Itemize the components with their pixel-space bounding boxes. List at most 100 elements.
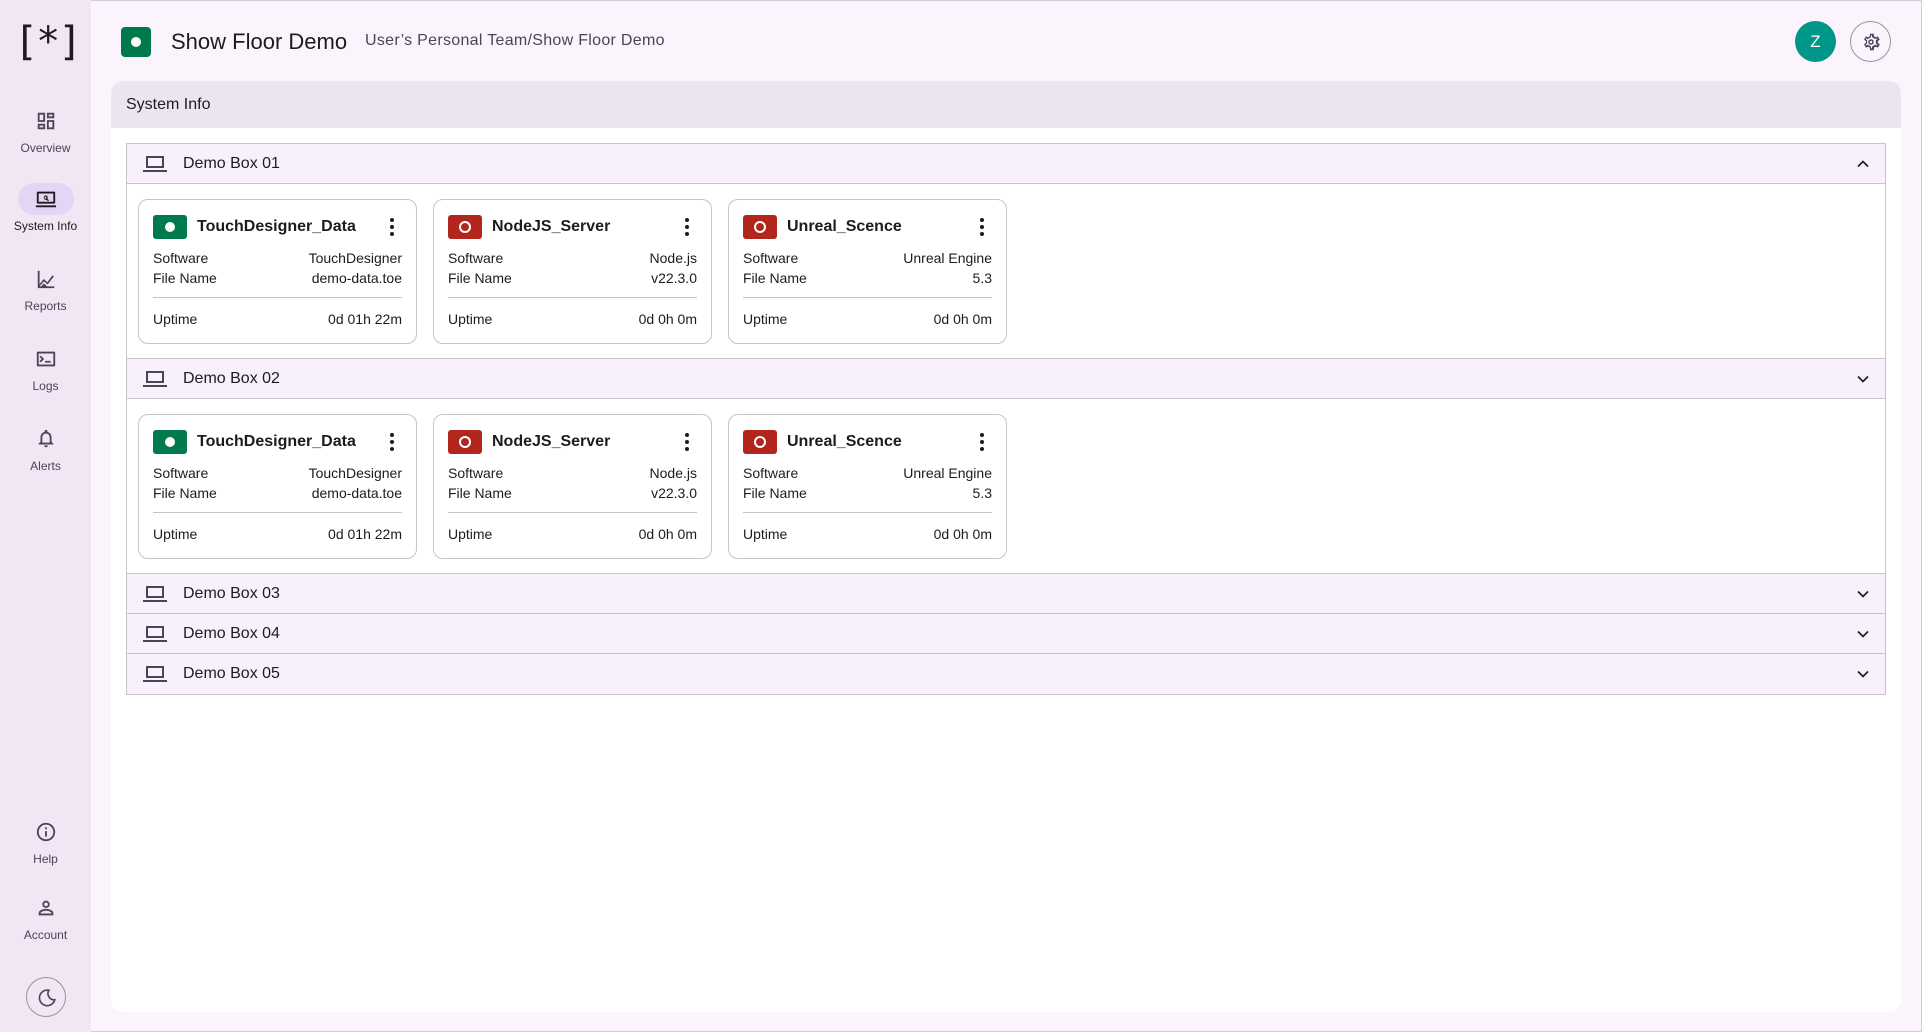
status-stopped-icon (743, 215, 777, 239)
software-value: Unreal Engine (903, 465, 992, 481)
more-vert-icon[interactable] (380, 215, 404, 239)
sidebar-item-logs[interactable]: Logs (0, 343, 91, 393)
uptime-value: 0d 0h 0m (638, 526, 697, 542)
process-card: TouchDesigner_Data Software TouchDesigner… (138, 199, 417, 344)
sidebar: [*] Overview System Info Reports Logs Al… (0, 0, 91, 1032)
settings-button[interactable] (1850, 21, 1891, 62)
main-panel: System Info Demo Box 01 TouchDesigner_Da… (111, 81, 1901, 1012)
more-vert-icon[interactable] (970, 215, 994, 239)
terminal-icon (36, 351, 55, 367)
chevron-down-icon (1857, 630, 1869, 638)
more-vert-icon[interactable] (380, 430, 404, 454)
accordion-header-demo-box-05[interactable]: Demo Box 05 (127, 654, 1885, 694)
person-icon (38, 900, 53, 916)
sidebar-item-system-info[interactable]: System Info (0, 183, 91, 233)
file-name-value: 5.3 (972, 485, 992, 501)
process-card: NodeJS_Server Software Node.js File Name v… (433, 414, 712, 559)
accordion-header-demo-box-03[interactable]: Demo Box 03 (127, 574, 1885, 614)
software-label: Software (743, 465, 799, 481)
sidebar-item-help[interactable]: Help (0, 816, 91, 866)
software-label: Software (448, 465, 504, 481)
more-vert-icon[interactable] (675, 430, 699, 454)
avatar[interactable]: Z (1795, 21, 1836, 62)
divider (743, 512, 992, 513)
page-title: Show Floor Demo (171, 29, 348, 54)
file-name-label: File Name (743, 485, 807, 501)
sidebar-item-label: Alerts (30, 459, 61, 473)
software-label: Software (153, 250, 209, 266)
status-running-icon (153, 215, 187, 239)
file-name-label: File Name (153, 485, 217, 501)
breadcrumb: User’s Personal Team/Show Floor Demo (365, 32, 665, 49)
file-name-label: File Name (153, 270, 217, 286)
software-value: Node.js (649, 465, 697, 481)
status-running-icon (153, 430, 187, 454)
software-label: Software (153, 465, 209, 481)
process-card: NodeJS_Server Software Node.js File Name v… (433, 199, 712, 344)
laptop-icon (143, 156, 167, 172)
chevron-down-icon (1857, 590, 1869, 598)
laptop-icon (143, 586, 167, 602)
process-card: TouchDesigner_Data Software TouchDesigner… (138, 414, 417, 559)
file-name-value: v22.3.0 (651, 270, 697, 286)
dashboard-icon (37, 112, 54, 130)
chevron-down-icon (1857, 375, 1869, 383)
more-vert-icon[interactable] (675, 215, 699, 239)
accordion-header-demo-box-02[interactable]: Demo Box 02 (127, 359, 1885, 399)
file-name-value: 5.3 (972, 270, 992, 286)
accordion-header-demo-box-04[interactable]: Demo Box 04 (127, 614, 1885, 654)
process-name: TouchDesigner_Data (197, 433, 356, 450)
divider (153, 512, 402, 513)
reports-icon (37, 270, 54, 289)
software-value: Node.js (649, 250, 697, 266)
more-vert-icon[interactable] (970, 430, 994, 454)
uptime-label: Uptime (153, 526, 198, 542)
process-card: Unreal_Scence Software Unreal Engine File… (728, 199, 1007, 344)
uptime-label: Uptime (743, 526, 788, 542)
process-name: TouchDesigner_Data (197, 218, 356, 235)
software-label: Software (743, 250, 799, 266)
accordion-header-demo-box-01[interactable]: Demo Box 01 (127, 144, 1885, 184)
sidebar-item-account[interactable]: Account (0, 892, 91, 942)
theme-toggle-button[interactable] (26, 977, 66, 1017)
gear-icon (1864, 33, 1880, 51)
process-name: Unreal_Scence (787, 218, 902, 235)
accordion-body-demo-box-01: TouchDesigner_Data Software TouchDesigner… (127, 184, 1885, 359)
box-name: Demo Box 03 (183, 585, 280, 602)
uptime-label: Uptime (448, 311, 493, 327)
laptop-icon (143, 371, 167, 387)
uptime-value: 0d 01h 22m (328, 526, 402, 542)
status-stopped-icon (448, 430, 482, 454)
box-name: Demo Box 05 (183, 665, 280, 682)
sidebar-item-label: Logs (32, 379, 59, 393)
sidebar-item-reports[interactable]: Reports (0, 263, 91, 313)
laptop-icon (143, 666, 167, 682)
box-accordion: Demo Box 01 TouchDesigner_Data Software T… (126, 143, 1886, 695)
box-name: Demo Box 04 (183, 625, 280, 642)
software-value: Unreal Engine (903, 250, 992, 266)
uptime-label: Uptime (743, 311, 788, 327)
uptime-label: Uptime (448, 526, 493, 542)
sidebar-item-label: Reports (24, 299, 67, 313)
app-logo[interactable]: [*] (14, 20, 82, 64)
sidebar-item-overview[interactable]: Overview (0, 105, 91, 155)
chevron-up-icon (1857, 160, 1869, 168)
uptime-value: 0d 0h 0m (638, 311, 697, 327)
file-name-value: demo-data.toe (311, 485, 402, 501)
software-label: Software (448, 250, 504, 266)
divider (448, 512, 697, 513)
divider (743, 297, 992, 298)
chevron-down-icon (1857, 670, 1869, 678)
process-name: NodeJS_Server (492, 433, 611, 450)
status-stopped-icon (448, 215, 482, 239)
file-name-value: demo-data.toe (311, 270, 402, 286)
uptime-value: 0d 0h 0m (933, 311, 992, 327)
process-name: NodeJS_Server (492, 218, 611, 235)
system-info-icon (35, 191, 56, 208)
file-name-label: File Name (448, 270, 512, 286)
uptime-value: 0d 0h 0m (933, 526, 992, 542)
moon-icon (38, 989, 56, 1007)
status-stopped-icon (743, 430, 777, 454)
file-name-label: File Name (743, 270, 807, 286)
sidebar-item-alerts[interactable]: Alerts (0, 423, 91, 473)
